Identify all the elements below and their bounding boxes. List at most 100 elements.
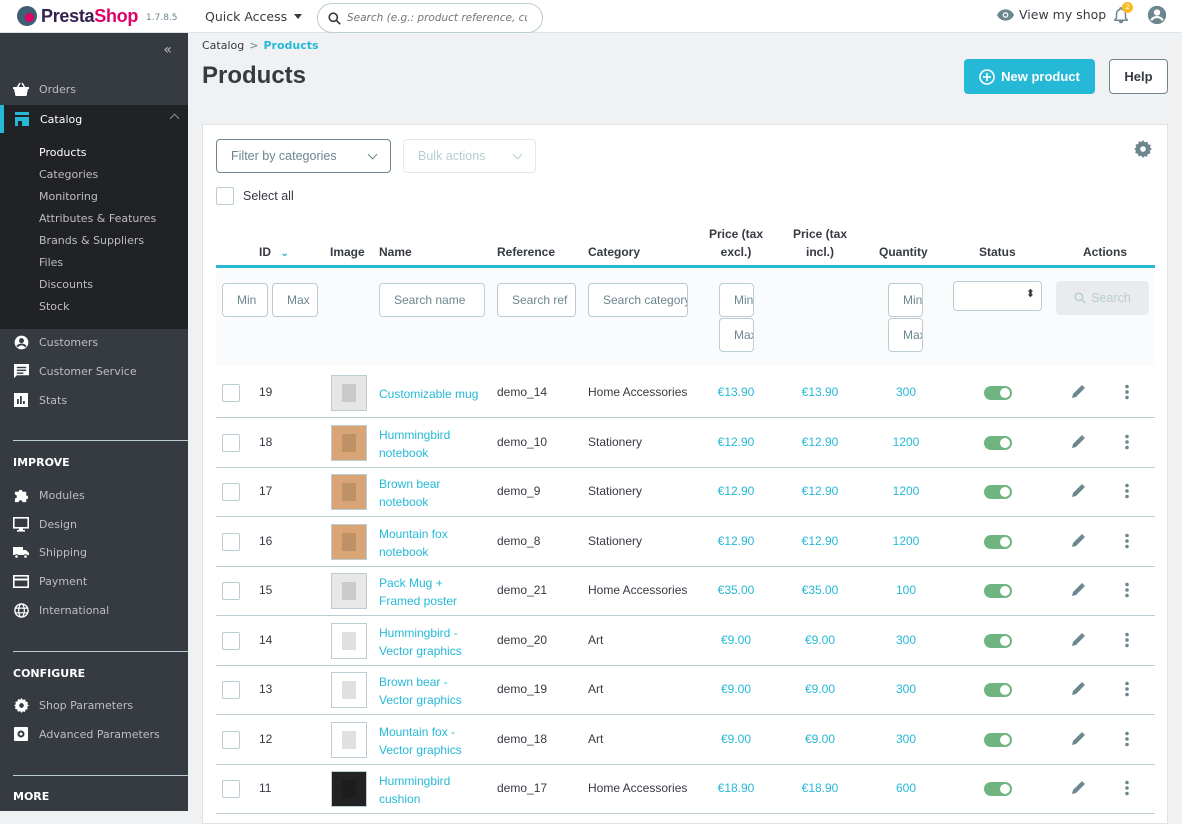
product-name-link[interactable]: Brown bear - Vector graphics <box>379 673 462 709</box>
product-price-excl[interactable]: €35.00 <box>704 583 768 597</box>
header-search-input[interactable] <box>347 12 527 24</box>
row-checkbox[interactable] <box>222 433 240 452</box>
product-thumbnail[interactable] <box>331 375 367 411</box>
edit-pencil-icon[interactable] <box>1070 582 1086 598</box>
edit-pencil-icon[interactable] <box>1070 780 1086 796</box>
product-thumbnail[interactable] <box>331 672 367 708</box>
breadcrumb-catalog[interactable]: Catalog <box>202 39 244 52</box>
status-toggle[interactable] <box>984 683 1012 697</box>
filter-quantity-min[interactable] <box>888 283 923 317</box>
filter-name[interactable] <box>379 283 485 317</box>
product-quantity[interactable]: 1200 <box>876 484 936 498</box>
row-checkbox[interactable] <box>222 780 240 798</box>
select-all[interactable]: Select all <box>216 187 294 205</box>
status-toggle[interactable] <box>984 386 1012 400</box>
submenu-item-attributes-features[interactable]: Attributes & Features <box>39 212 156 225</box>
product-name-link[interactable]: Mountain fox - Vector graphics <box>379 723 462 759</box>
filter-reference[interactable] <box>497 283 576 317</box>
sidebar-item-shipping[interactable]: Shipping <box>0 538 188 566</box>
submenu-item-files[interactable]: Files <box>39 256 63 269</box>
select-all-checkbox[interactable] <box>216 187 234 205</box>
row-checkbox[interactable] <box>222 483 240 501</box>
product-quantity[interactable]: 600 <box>876 781 936 795</box>
column-header-quantity[interactable]: Quantity <box>879 243 928 261</box>
product-name-link[interactable]: Pack Mug + Framed poster <box>379 574 457 610</box>
filter-category[interactable] <box>588 283 688 317</box>
sidebar-item-international[interactable]: International <box>0 596 188 624</box>
status-toggle[interactable] <box>984 435 1012 450</box>
product-price-excl[interactable]: €12.90 <box>704 534 768 548</box>
new-product-button[interactable]: New product <box>964 59 1095 94</box>
submenu-item-products[interactable]: Products <box>39 146 87 159</box>
product-price-excl[interactable]: €13.90 <box>704 385 768 399</box>
row-checkbox[interactable] <box>222 631 240 650</box>
product-thumbnail[interactable] <box>331 721 367 758</box>
row-checkbox[interactable] <box>222 532 240 551</box>
edit-pencil-icon[interactable] <box>1070 434 1086 450</box>
row-checkbox[interactable] <box>222 384 240 402</box>
submenu-item-categories[interactable]: Categories <box>39 168 98 181</box>
collapse-sidebar-icon[interactable]: « <box>163 42 171 58</box>
product-name-link[interactable]: Hummingbird - Vector graphics <box>379 624 462 660</box>
sidebar-item-shop-parameters[interactable]: Shop Parameters <box>0 691 188 719</box>
filter-price-min[interactable] <box>719 283 754 317</box>
filter-id-min[interactable] <box>222 283 268 317</box>
status-toggle[interactable] <box>984 534 1012 549</box>
more-actions-icon[interactable] <box>1124 384 1130 400</box>
product-thumbnail[interactable] <box>331 523 367 560</box>
product-thumbnail[interactable] <box>331 424 367 461</box>
product-name-link[interactable]: Hummingbird notebook <box>379 426 450 462</box>
row-checkbox[interactable] <box>222 681 240 699</box>
more-actions-icon[interactable] <box>1124 731 1130 747</box>
column-header-name[interactable]: Name <box>379 243 412 261</box>
more-actions-icon[interactable] <box>1124 780 1130 796</box>
sidebar-item-stats[interactable]: Stats <box>0 386 188 414</box>
sidebar-item-customer-service[interactable]: Customer Service <box>0 357 188 385</box>
sidebar-item-customers[interactable]: Customers <box>0 328 188 356</box>
status-toggle[interactable] <box>984 584 1012 598</box>
breadcrumb-products[interactable]: Products <box>263 39 318 52</box>
edit-pencil-icon[interactable] <box>1070 483 1086 499</box>
account-avatar-icon[interactable] <box>1147 5 1167 25</box>
more-actions-icon[interactable] <box>1124 681 1130 697</box>
product-quantity[interactable]: 300 <box>876 732 936 746</box>
filter-quantity-max[interactable] <box>888 318 923 352</box>
view-my-shop-link[interactable]: View my shop <box>997 7 1106 22</box>
sidebar-item-orders[interactable]: Orders <box>0 75 188 103</box>
edit-pencil-icon[interactable] <box>1070 731 1086 747</box>
product-name-link[interactable]: Customizable mug <box>379 385 478 403</box>
submenu-item-stock[interactable]: Stock <box>39 300 69 313</box>
more-actions-icon[interactable] <box>1124 483 1130 499</box>
product-quantity[interactable]: 300 <box>876 682 936 696</box>
column-header-id[interactable]: ID ⌄ <box>259 243 289 263</box>
status-toggle[interactable] <box>984 782 1012 796</box>
quick-access-dropdown[interactable]: Quick Access <box>205 9 303 24</box>
row-checkbox[interactable] <box>222 582 240 600</box>
status-toggle[interactable] <box>984 732 1012 747</box>
filter-status-select[interactable] <box>953 281 1042 311</box>
bulk-actions-button[interactable]: Bulk actions <box>403 139 536 173</box>
sidebar-item-design[interactable]: Design <box>0 510 188 538</box>
product-thumbnail[interactable] <box>331 771 367 807</box>
sidebar-item-payment[interactable]: Payment <box>0 567 188 595</box>
product-price-excl[interactable]: €9.00 <box>704 732 768 746</box>
column-header-price-excl[interactable]: Price (tax excl.) <box>704 225 768 261</box>
filter-id-max[interactable] <box>272 283 318 317</box>
status-toggle[interactable] <box>984 633 1012 648</box>
submenu-item-monitoring[interactable]: Monitoring <box>39 190 98 203</box>
filter-by-categories-button[interactable]: Filter by categories <box>216 139 391 173</box>
product-price-excl[interactable]: €12.90 <box>704 484 768 498</box>
column-header-price-incl[interactable]: Price (tax incl.) <box>788 225 852 261</box>
settings-gear-icon[interactable] <box>1134 140 1152 158</box>
product-name-link[interactable]: Hummingbird cushion <box>379 772 450 808</box>
help-button[interactable]: Help <box>1109 59 1168 94</box>
column-header-reference[interactable]: Reference <box>497 243 555 261</box>
product-quantity[interactable]: 1200 <box>876 435 936 449</box>
filter-search-button[interactable]: Search <box>1056 281 1149 315</box>
filter-price-max[interactable] <box>719 318 754 352</box>
prestashop-logo[interactable]: PrestaShop 1.7.8.5 <box>17 6 205 27</box>
product-price-excl[interactable]: €12.90 <box>704 435 768 449</box>
sidebar-item-catalog[interactable]: Catalog <box>0 105 188 133</box>
sidebar-item-advanced-parameters[interactable]: Advanced Parameters <box>0 720 188 748</box>
more-actions-icon[interactable] <box>1124 434 1130 450</box>
